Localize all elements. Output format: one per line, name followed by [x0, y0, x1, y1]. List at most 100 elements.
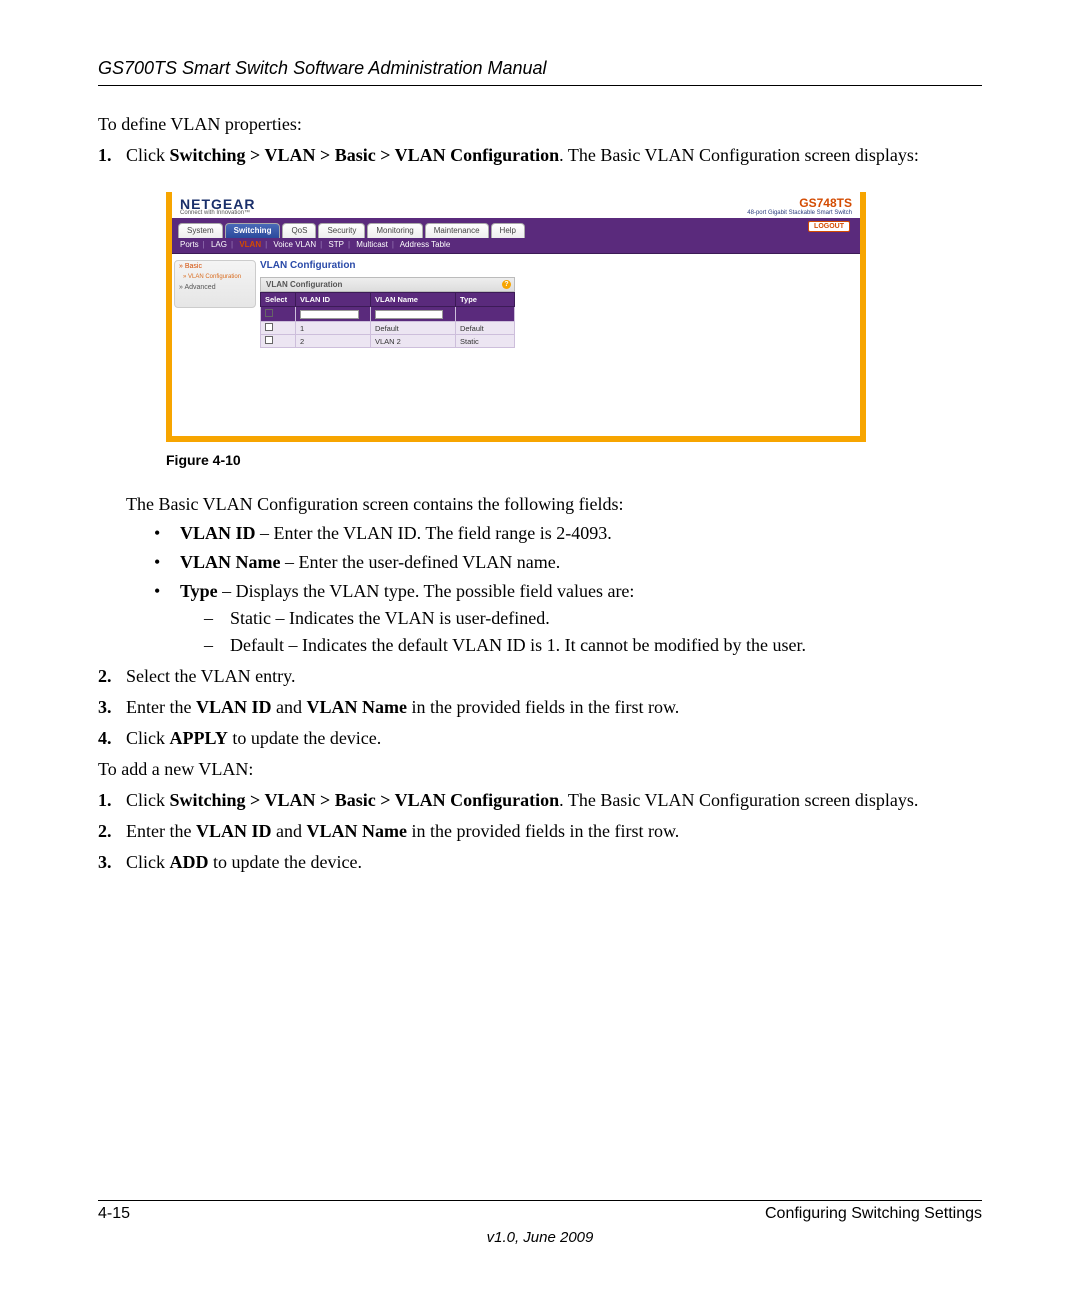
select-all-checkbox[interactable] — [265, 309, 273, 317]
step-text: Enter the VLAN ID and VLAN Name in the p… — [126, 821, 679, 841]
desc: – Enter the VLAN ID. The field range is … — [256, 523, 612, 543]
panel-title: VLAN Configuration — [260, 260, 854, 271]
sidebar-item-vlanconfig[interactable]: » VLAN Configuration — [175, 272, 255, 282]
t: Click — [126, 790, 170, 810]
subnav-ports[interactable]: Ports — [180, 240, 199, 249]
t: VLAN Name — [307, 697, 408, 717]
cell-vlanname: Default — [371, 322, 456, 335]
page-number: 4-15 — [98, 1205, 130, 1223]
t: Enter the — [126, 697, 196, 717]
sidebar: » Basic » VLAN Configuration » Advanced — [174, 260, 256, 308]
col-type: Type — [456, 293, 515, 307]
sub-nav: Ports| LAG| VLAN| Voice VLAN| STP| Multi… — [172, 238, 860, 254]
step-text: Click Switching > VLAN > Basic > VLAN Co… — [126, 145, 919, 165]
tab-system[interactable]: System — [178, 223, 223, 238]
panel-header-text: VLAN Configuration — [266, 280, 342, 289]
brand-tagline: Connect with Innovation™ — [180, 210, 255, 216]
add-intro: To add a new VLAN: — [98, 759, 982, 780]
help-icon[interactable]: ? — [502, 280, 511, 289]
desc: – Displays the VLAN type. The possible f… — [218, 581, 635, 601]
step-text: Select the VLAN entry. — [126, 666, 295, 686]
netgear-screenshot: NETGEAR Connect with Innovation™ GS748TS… — [166, 192, 866, 442]
field-vlanname: VLAN Name – Enter the user-defined VLAN … — [154, 552, 982, 573]
term: Type — [180, 581, 218, 601]
subnav-stp[interactable]: STP — [328, 240, 344, 249]
cell-vlanname: VLAN 2 — [371, 335, 456, 348]
add-step-2: 2. Enter the VLAN ID and VLAN Name in th… — [98, 821, 982, 842]
row-checkbox[interactable] — [265, 323, 273, 331]
vlanname-input[interactable] — [375, 310, 443, 319]
t: to update the device. — [209, 852, 362, 872]
add-step-3: 3. Click ADD to update the device. — [98, 852, 982, 873]
tab-help[interactable]: Help — [491, 223, 525, 238]
figure-4-10: NETGEAR Connect with Innovation™ GS748TS… — [166, 192, 982, 442]
nav-path: Switching > VLAN > Basic > VLAN Configur… — [170, 790, 560, 810]
sidebar-item-advanced[interactable]: » Advanced — [175, 282, 255, 293]
subnav-lag[interactable]: LAG — [211, 240, 227, 249]
t: Enter the — [126, 821, 196, 841]
vlanid-input[interactable] — [300, 310, 359, 319]
table-input-row — [261, 307, 515, 322]
step-num: 3. — [98, 852, 112, 873]
table-row: 1 Default Default — [261, 322, 515, 335]
step-num: 4. — [98, 728, 112, 749]
step-text: Click ADD to update the device. — [126, 852, 362, 872]
step-num: 2. — [98, 666, 112, 687]
cell-type: Static — [456, 335, 515, 348]
step-4: 4. Click APPLY to update the device. — [98, 728, 982, 749]
t: in the provided fields in the first row. — [407, 697, 679, 717]
t: and — [272, 697, 307, 717]
add-step-1: 1. Click Switching > VLAN > Basic > VLAN… — [98, 790, 982, 811]
subnav-vlan[interactable]: VLAN — [239, 240, 261, 249]
col-vlanname: VLAN Name — [371, 293, 456, 307]
step-num: 1. — [98, 790, 112, 811]
version-text: v1.0, June 2009 — [98, 1229, 982, 1246]
subnav-addrtable[interactable]: Address Table — [400, 240, 451, 249]
after-figure-text: The Basic VLAN Configuration screen cont… — [126, 494, 982, 515]
model-desc: 48-port Gigabit Stackable Smart Switch — [747, 210, 852, 216]
field-type: Type – Displays the VLAN type. The possi… — [154, 581, 982, 656]
col-vlanid: VLAN ID — [296, 293, 371, 307]
step-1: 1. Click Switching > VLAN > Basic > VLAN… — [98, 145, 982, 656]
header-rule — [98, 85, 982, 86]
tab-monitoring[interactable]: Monitoring — [367, 223, 422, 238]
t: Click — [126, 852, 170, 872]
cell-type: Default — [456, 322, 515, 335]
tab-maintenance[interactable]: Maintenance — [425, 223, 489, 238]
t: Click — [126, 145, 170, 165]
section-title: Configuring Switching Settings — [765, 1205, 982, 1223]
t: VLAN ID — [196, 697, 272, 717]
step-num: 3. — [98, 697, 112, 718]
row-checkbox[interactable] — [265, 336, 273, 344]
logout-button[interactable]: LOGOUT — [808, 221, 850, 232]
subnav-voicevlan[interactable]: Voice VLAN — [273, 240, 316, 249]
cell-vlanid: 2 — [296, 335, 371, 348]
tab-qos[interactable]: QoS — [282, 223, 316, 238]
term: VLAN ID — [180, 523, 256, 543]
page-footer: 4-15 Configuring Switching Settings v1.0… — [98, 1200, 982, 1246]
tab-switching[interactable]: Switching — [225, 223, 281, 238]
t: in the provided fields in the first row. — [407, 821, 679, 841]
figure-caption: Figure 4-10 — [166, 452, 982, 468]
step-num: 2. — [98, 821, 112, 842]
term: VLAN Name — [180, 552, 281, 572]
field-vlanid: VLAN ID – Enter the VLAN ID. The field r… — [154, 523, 982, 544]
model-number: GS748TS — [799, 196, 852, 210]
t: APPLY — [170, 728, 228, 748]
desc: – Enter the user-defined VLAN name. — [281, 552, 561, 572]
footer-rule — [98, 1200, 982, 1201]
t: VLAN ID — [196, 821, 272, 841]
step-3: 3. Enter the VLAN ID and VLAN Name in th… — [98, 697, 982, 718]
step-num: 1. — [98, 145, 112, 166]
tab-security[interactable]: Security — [318, 223, 365, 238]
subnav-multicast[interactable]: Multicast — [356, 240, 388, 249]
table-row: 2 VLAN 2 Static — [261, 335, 515, 348]
step-text: Click APPLY to update the device. — [126, 728, 381, 748]
vlan-table: Select VLAN ID VLAN Name Type — [260, 292, 515, 348]
step-text: Enter the VLAN ID and VLAN Name in the p… — [126, 697, 679, 717]
type-default: Default – Indicates the default VLAN ID … — [204, 635, 982, 656]
sidebar-item-basic[interactable]: » Basic — [175, 261, 255, 272]
t: Click — [126, 728, 170, 748]
panel-header: VLAN Configuration ? — [260, 277, 515, 292]
type-static: Static – Indicates the VLAN is user-defi… — [204, 608, 982, 629]
